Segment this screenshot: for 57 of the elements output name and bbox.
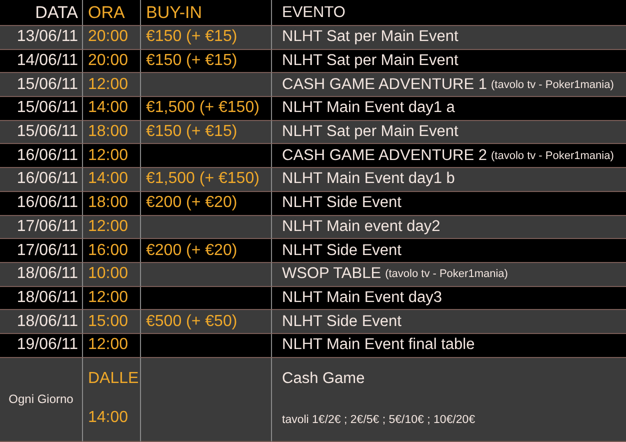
table-cell: 17/06/11 — [0, 239, 83, 263]
table-cell: €150 (+ €15) — [141, 50, 272, 74]
event-name: CASH GAME ADVENTURE 2 — [282, 146, 487, 165]
table-cell: 14:00 — [83, 168, 141, 192]
table-cell: €500 (+ €50) — [141, 310, 272, 334]
table-cell: 12:00 — [83, 73, 141, 98]
table-cell: 16/06/11 — [0, 168, 83, 192]
table-cell: 18/06/11 — [0, 286, 83, 310]
time-label: DALLE — [88, 370, 139, 388]
table-cell: NLHT Sat per Main Event — [272, 50, 626, 74]
table-cell: €200 (+ €20) — [141, 192, 272, 216]
table-cell: 10:00 — [83, 262, 141, 287]
table-cell: €1,500 (+ €150) — [141, 168, 272, 192]
event-name: Cash Game — [282, 370, 365, 388]
table-cell: NLHT Main Event day1 b — [272, 168, 626, 192]
event-note: (tavolo tv - Poker1mania) — [491, 150, 614, 162]
table-cell: 12:00 — [83, 144, 141, 168]
table-cell: 18/06/11 — [0, 262, 83, 287]
table-cell: 14:00 — [83, 97, 141, 121]
table-cell: 14/06/11 — [0, 50, 83, 74]
table-cell: 20:00 — [83, 26, 141, 50]
column-header: DATA — [0, 0, 83, 26]
table-cell: 19/06/11 — [0, 334, 83, 358]
event-note: (tavolo tv - Poker1mania) — [491, 78, 614, 91]
table-cell: 15/06/11 — [0, 97, 83, 121]
table-cell: 18/06/11 — [0, 310, 83, 334]
table-cell: 15/06/11 — [0, 73, 83, 98]
table-cell: 18:00 — [83, 192, 141, 216]
table-cell: €1,500 (+ €150) — [141, 97, 272, 121]
table-cell: 16/06/11 — [0, 144, 83, 168]
table-cell: 15:00 — [83, 310, 141, 334]
table-cell: NLHT Sat per Main Event — [272, 26, 626, 50]
event-detail: tavoli 1€/2€ ; 2€/5€ ; 5€/10€ ; 10€/20€ — [282, 414, 476, 426]
table-cell: €150 (+ €15) — [141, 26, 272, 50]
event-name: WSOP TABLE — [282, 265, 382, 284]
table-cell: 12:00 — [83, 334, 141, 358]
table-cell: 12:00 — [83, 286, 141, 310]
time-text: 14:00 — [88, 408, 128, 427]
event-note: (tavolo tv - Poker1mania) — [385, 268, 508, 280]
table-cell: €200 (+ €20) — [141, 239, 272, 263]
table-cell: 18:00 — [83, 120, 141, 144]
table-cell: €150 (+ €15) — [141, 120, 272, 144]
table-cell: NLHT Main Event day3 — [272, 286, 626, 310]
table-cell: 16:00 — [83, 239, 141, 263]
table-cell: NLHT Sat per Main Event — [272, 120, 626, 144]
column-header: BUY-IN — [141, 0, 272, 26]
table-cell: NLHT Side Event — [272, 310, 626, 334]
table-cell: NLHT Main event day2 — [272, 216, 626, 240]
table-cell: 16/06/11 — [0, 192, 83, 216]
event-name: CASH GAME ADVENTURE 1 — [282, 76, 487, 94]
table-cell: Ogni Giorno — [0, 358, 83, 442]
table-cell: 12:00 — [83, 216, 141, 240]
table-cell: 13/06/11 — [0, 26, 83, 50]
column-header: ORA — [83, 0, 141, 26]
table-cell: 17/06/11 — [0, 216, 83, 240]
table-cell: 15/06/11 — [0, 120, 83, 144]
table-cell: 20:00 — [83, 50, 141, 74]
